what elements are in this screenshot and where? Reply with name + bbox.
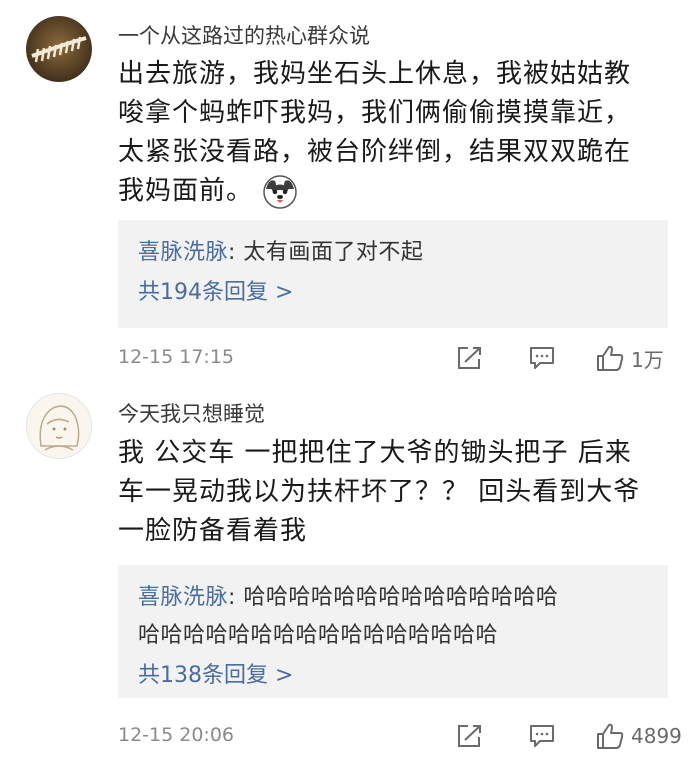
comment-icon xyxy=(530,725,554,747)
username[interactable]: 今天我只想睡觉 xyxy=(118,398,265,428)
avatar[interactable] xyxy=(26,16,92,82)
like-button[interactable]: 1万 xyxy=(595,343,664,373)
view-replies-link[interactable]: 共138条回复 > xyxy=(138,657,648,695)
husky-face-icon xyxy=(263,174,297,209)
reply-text: 哈哈哈哈哈哈哈哈哈哈哈哈哈哈 xyxy=(243,585,559,610)
reply-line: 哈哈哈哈哈哈哈哈哈哈哈哈哈哈哈哈 xyxy=(138,617,648,655)
forward-icon xyxy=(458,347,481,369)
thumbs-up-icon xyxy=(597,345,624,371)
reply-username[interactable]: 喜脉洗脉 xyxy=(138,240,228,265)
avatar[interactable] xyxy=(26,393,92,459)
reply-line: 喜脉洗脉: 哈哈哈哈哈哈哈哈哈哈哈哈哈哈 xyxy=(138,579,648,617)
comment-meta: 12-15 20:06 4899 xyxy=(118,721,682,751)
view-replies-link[interactable]: 共194条回复 > xyxy=(138,274,648,312)
like-count: 4899 xyxy=(631,724,682,748)
comment-text-fragment: 我妈面前。 xyxy=(118,176,254,206)
reply-text: 哈哈哈哈哈哈哈哈哈哈哈哈哈哈哈哈 xyxy=(138,623,499,648)
reply-separator: : xyxy=(228,240,244,265)
comment-text-line: 车一晃动我以为扶杆坏了？？ 回头看到大爷 xyxy=(118,477,641,507)
reply-text: 太有画面了对不起 xyxy=(243,240,424,265)
comment-button[interactable] xyxy=(528,343,556,373)
comment-text: 我 公交车 一把把住了大爷的锄头把子 后来 车一晃动我以为扶杆坏了？？ 回头看到… xyxy=(118,434,678,551)
forward-button[interactable] xyxy=(456,343,484,373)
comment-text-line: 我 公交车 一把把住了大爷的锄头把子 后来 xyxy=(118,438,632,468)
forward-button[interactable] xyxy=(456,721,484,751)
reply-preview[interactable]: 喜脉洗脉: 哈哈哈哈哈哈哈哈哈哈哈哈哈哈 哈哈哈哈哈哈哈哈哈哈哈哈哈哈哈哈 共1… xyxy=(118,565,668,698)
comment-text-line: 一脸防备看着我 xyxy=(118,516,308,546)
reply-separator: : xyxy=(228,585,244,610)
comment-text-line: 我妈面前。 xyxy=(118,172,678,211)
comment-icon xyxy=(530,347,554,369)
like-count: 1万 xyxy=(631,347,664,372)
forward-icon xyxy=(458,725,481,747)
comment-text-line: 太紧张没看路，被台阶绊倒，结果双双跪在 xyxy=(118,137,632,167)
comment-item: 一个从这路过的热心群众说 出去旅游，我妈坐石头上休息，我被姑姑教 唆拿个蚂蚱吓我… xyxy=(0,0,690,385)
reply-preview[interactable]: 喜脉洗脉: 太有画面了对不起 共194条回复 > xyxy=(118,220,668,328)
comment-item: 今天我只想睡觉 我 公交车 一把把住了大爷的锄头把子 后来 车一晃动我以为扶杆坏… xyxy=(0,385,690,759)
comment-text-line: 唆拿个蚂蚱吓我妈，我们俩偷偷摸摸靠近， xyxy=(118,98,632,128)
reply-username[interactable]: 喜脉洗脉 xyxy=(138,585,228,610)
avatar-image xyxy=(26,16,92,82)
reply-line: 喜脉洗脉: 太有画面了对不起 xyxy=(138,234,648,272)
comment-meta: 12-15 17:15 1万 xyxy=(118,343,678,373)
timestamp: 12-15 17:15 xyxy=(118,346,235,368)
timestamp: 12-15 20:06 xyxy=(118,724,235,746)
avatar-image xyxy=(27,394,91,458)
comment-text: 出去旅游，我妈坐石头上休息，我被姑姑教 唆拿个蚂蚱吓我妈，我们俩偷偷摸摸靠近， … xyxy=(118,55,678,211)
comment-text-line: 出去旅游，我妈坐石头上休息，我被姑姑教 xyxy=(118,59,632,89)
comment-button[interactable] xyxy=(528,721,556,751)
username[interactable]: 一个从这路过的热心群众说 xyxy=(118,20,370,50)
thumbs-up-icon xyxy=(597,723,624,749)
like-button[interactable]: 4899 xyxy=(595,721,682,751)
